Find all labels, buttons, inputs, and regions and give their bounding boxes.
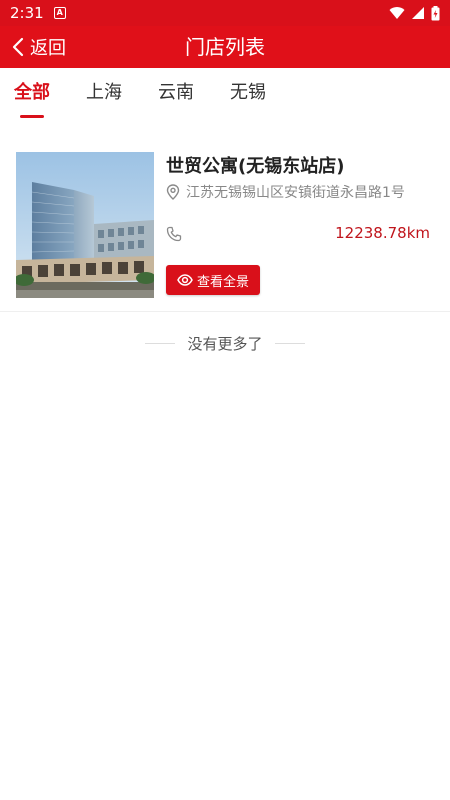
region-tabs: 全部 上海 云南 无锡 — [0, 68, 450, 120]
tab-all[interactable]: 全部 — [14, 68, 50, 120]
store-photo — [16, 152, 154, 298]
location-pin-icon — [166, 184, 180, 200]
back-button[interactable]: 返回 — [12, 26, 66, 68]
chevron-left-icon — [12, 37, 24, 57]
store-distance: 12238.78km — [335, 224, 430, 242]
phone-icon — [166, 226, 182, 242]
no-more-text: 没有更多了 — [187, 334, 263, 353]
status-bar: 2:31 A — [0, 0, 450, 26]
call-button[interactable] — [166, 226, 182, 246]
notification-icon: A — [53, 7, 66, 19]
tab-label: 上海 — [86, 82, 122, 103]
tab-wuxi[interactable]: 无锡 — [230, 68, 266, 120]
status-time: 2:31 — [10, 4, 44, 22]
app-bar: 返回 门店列表 — [0, 26, 450, 68]
tab-shanghai[interactable]: 上海 — [86, 68, 122, 120]
divider-left — [145, 342, 176, 344]
tab-label: 无锡 — [230, 82, 266, 103]
signal-icon — [412, 7, 424, 19]
eye-icon — [177, 274, 193, 286]
store-card[interactable]: 世贸公寓(无锡东站店) 江苏无锡锡山区安镇街道永昌路1号 12238.78km … — [0, 136, 450, 312]
tab-label: 全部 — [14, 82, 50, 103]
tab-yunnan[interactable]: 云南 — [158, 68, 194, 120]
status-icons — [389, 5, 440, 21]
page-title: 门店列表 — [185, 35, 265, 59]
store-address-row: 江苏无锡锡山区安镇街道永昌路1号 — [166, 182, 405, 202]
wifi-icon — [389, 7, 405, 20]
active-tab-indicator — [20, 115, 44, 118]
tab-label: 云南 — [158, 82, 194, 103]
back-label: 返回 — [30, 38, 66, 59]
store-address: 江苏无锡锡山区安镇街道永昌路1号 — [186, 185, 405, 201]
view-panorama-button[interactable]: 查看全景 — [166, 265, 260, 295]
panorama-label: 查看全景 — [196, 274, 249, 290]
list-end-indicator: 没有更多了 — [0, 330, 450, 356]
store-name: 世贸公寓(无锡东站店) — [166, 156, 345, 177]
divider-right — [274, 342, 305, 344]
battery-icon — [431, 5, 440, 20]
